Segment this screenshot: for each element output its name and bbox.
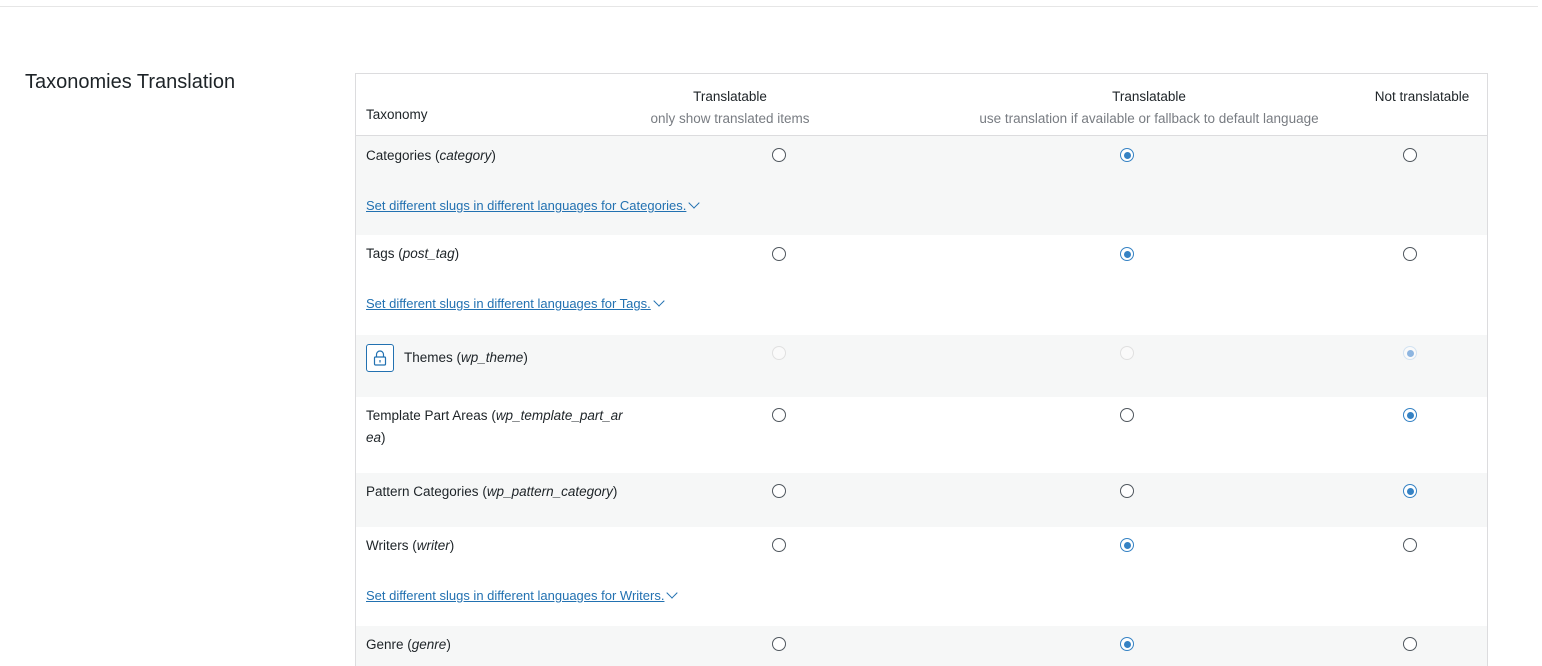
- radio-translatable-only[interactable]: [772, 484, 786, 498]
- header-col2-title: Translatable: [1112, 89, 1186, 104]
- taxonomy-label: Pattern Categories (wp_pattern_category): [366, 484, 618, 499]
- header-taxonomy: Taxonomy: [366, 107, 428, 122]
- radio-translatable-fallback[interactable]: [1120, 148, 1134, 162]
- taxonomy-label: Categories (category): [366, 148, 496, 163]
- header-col1-subtitle: only show translated items: [650, 111, 810, 126]
- slug-settings-link-writers[interactable]: Set different slugs in different languag…: [366, 587, 679, 603]
- slug-settings-link-tags[interactable]: Set different slugs in different languag…: [366, 295, 665, 311]
- table-row-themes: Themes (wp_theme): [356, 335, 1487, 397]
- radio-translatable-only[interactable]: [772, 538, 786, 552]
- chevron-down-icon: [688, 197, 701, 209]
- radio-not-translatable[interactable]: [1403, 247, 1417, 261]
- taxonomies-table: Taxonomy Translatable only show translat…: [355, 73, 1488, 666]
- taxonomy-label: Template Part Areas (wp_template_part_ar…: [366, 408, 623, 445]
- table-row-genre: Genre (genre): [356, 626, 1487, 666]
- slug-settings-link-categories[interactable]: Set different slugs in different languag…: [366, 197, 701, 213]
- radio-not-translatable[interactable]: [1403, 148, 1417, 162]
- header-col2-subtitle: use translation if available or fallback…: [979, 111, 1319, 126]
- radio-translatable-only[interactable]: [772, 148, 786, 162]
- radio-translatable-fallback[interactable]: [1120, 408, 1134, 422]
- header-col3-title: Not translatable: [1374, 89, 1470, 104]
- radio-translatable-fallback[interactable]: [1120, 538, 1134, 552]
- radio-translatable-only[interactable]: [772, 637, 786, 651]
- radio-not-translatable: [1403, 346, 1417, 360]
- radio-not-translatable[interactable]: [1403, 538, 1417, 552]
- lock-icon[interactable]: [366, 344, 394, 372]
- radio-translatable-only[interactable]: [772, 247, 786, 261]
- table-header: Taxonomy Translatable only show translat…: [356, 74, 1487, 136]
- chevron-down-icon: [666, 587, 679, 599]
- header-not-translatable: Not translatable: [1362, 86, 1482, 108]
- table-row-categories: Categories (category) Set different slug…: [356, 136, 1487, 235]
- table-row-template-part-areas: Template Part Areas (wp_template_part_ar…: [356, 397, 1487, 473]
- header-translatable-fallback: Translatable use translation if availabl…: [949, 86, 1349, 130]
- radio-translatable-fallback[interactable]: [1120, 637, 1134, 651]
- header-translatable-only: Translatable only show translated items: [600, 86, 860, 130]
- section-title: Taxonomies Translation: [25, 71, 236, 93]
- chevron-down-icon: [653, 295, 665, 307]
- taxonomy-label: Genre (genre): [366, 637, 451, 652]
- top-divider: [0, 6, 1538, 7]
- table-row-writers: Writers (writer) Set different slugs in …: [356, 527, 1487, 626]
- taxonomy-label: Themes (wp_theme): [404, 350, 528, 365]
- radio-not-translatable[interactable]: [1403, 484, 1417, 498]
- radio-not-translatable[interactable]: [1403, 408, 1417, 422]
- radio-not-translatable[interactable]: [1403, 637, 1417, 651]
- taxonomy-label: Tags (post_tag): [366, 246, 460, 261]
- table-row-tags: Tags (post_tag) Set different slugs in d…: [356, 235, 1487, 335]
- radio-translatable-only: [772, 346, 786, 360]
- radio-translatable-fallback: [1120, 346, 1134, 360]
- header-col1-title: Translatable: [693, 89, 767, 104]
- taxonomy-label: Writers (writer): [366, 538, 455, 553]
- radio-translatable-fallback[interactable]: [1120, 484, 1134, 498]
- radio-translatable-only[interactable]: [772, 408, 786, 422]
- table-row-pattern-categories: Pattern Categories (wp_pattern_category): [356, 473, 1487, 527]
- radio-translatable-fallback[interactable]: [1120, 247, 1134, 261]
